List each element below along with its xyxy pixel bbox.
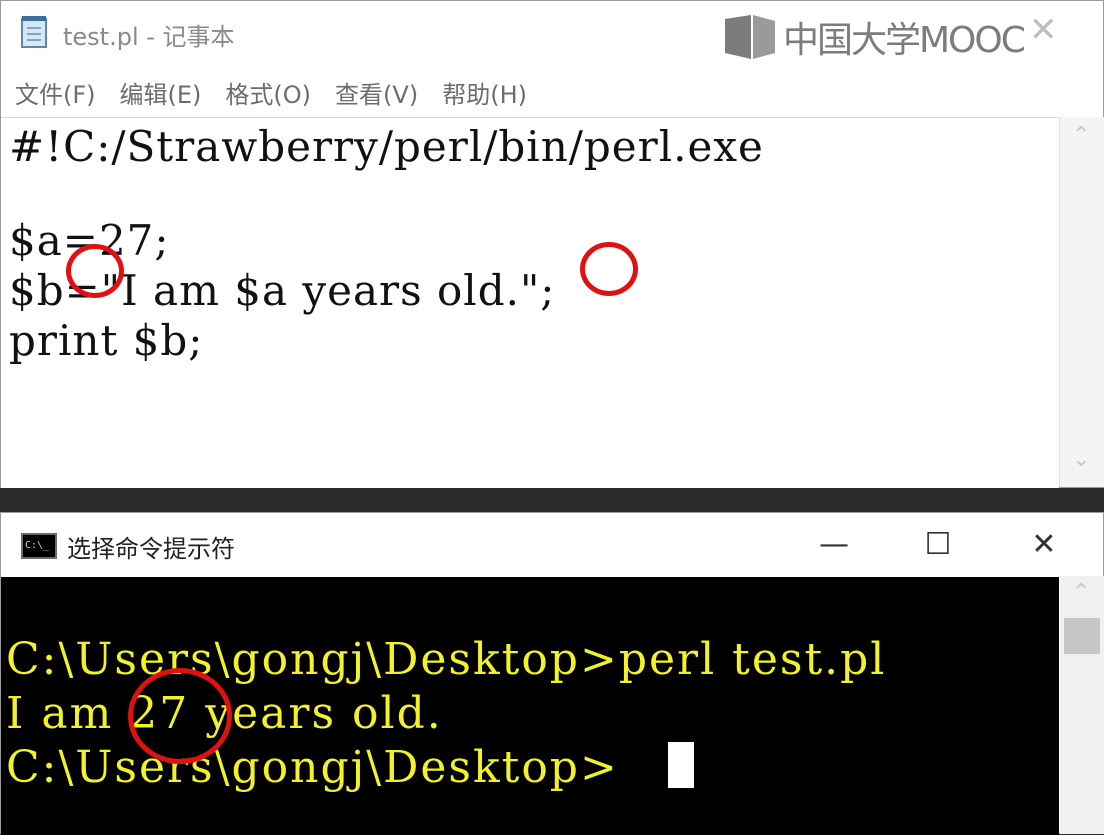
menu-format[interactable]: 格式(O)	[225, 75, 311, 110]
mooc-logo-icon	[725, 15, 775, 59]
notepad-text-area[interactable]: #!C:/Strawberry/perl/bin/perl.exe $a=27;…	[1, 117, 1059, 488]
minimize-button[interactable]: —	[811, 523, 857, 567]
console-line: C:\Users\gongj\Desktop>	[6, 742, 619, 793]
console-window-title: 选择命令提示符	[67, 535, 235, 563]
annotation-circle-output-value	[128, 668, 232, 764]
console-scroll-thumb[interactable]	[1064, 618, 1100, 654]
mooc-watermark-text: 中国大学MOOC	[783, 20, 1026, 61]
console-app-icon: C:\_	[21, 533, 57, 559]
notepad-menu-bar: 文件(F) 编辑(E) 格式(O) 查看(V) 帮助(H)	[1, 71, 1103, 113]
maximize-button[interactable]: ☐	[915, 523, 961, 567]
console-line: C:\Users\gongj\Desktop>perl test.pl	[6, 634, 887, 685]
notepad-close-button[interactable]: ✕	[1029, 13, 1058, 47]
notepad-title-bar[interactable]: test.pl - 记事本 中国大学MOOC ✕	[1, 1, 1103, 63]
notepad-vertical-scrollbar[interactable]: ⌃ ⌄	[1059, 117, 1104, 487]
close-button[interactable]: ✕	[1021, 523, 1067, 567]
menu-edit[interactable]: 编辑(E)	[120, 75, 202, 110]
scroll-down-icon[interactable]: ⌄	[1072, 447, 1090, 472]
console-vertical-scrollbar[interactable]: ⌃	[1060, 576, 1104, 834]
code-line: #!C:/Strawberry/perl/bin/perl.exe	[9, 122, 764, 171]
console-scroll-up-icon[interactable]: ⌃	[1072, 580, 1090, 605]
code-line: print $b;	[9, 316, 204, 365]
menu-help[interactable]: 帮助(H)	[442, 75, 527, 110]
mooc-watermark: 中国大学MOOC	[723, 11, 1026, 63]
annotation-circle-open-quote	[66, 244, 124, 298]
notepad-window: test.pl - 记事本 中国大学MOOC ✕ 文件(F) 编辑(E) 格式(…	[0, 0, 1104, 488]
text-cursor	[668, 742, 694, 788]
console-title-bar[interactable]: C:\_ 选择命令提示符 — ☐ ✕	[1, 513, 1103, 577]
notepad-app-icon	[21, 16, 47, 48]
scroll-up-icon[interactable]: ⌃	[1072, 123, 1090, 148]
notepad-window-title: test.pl - 记事本	[63, 23, 235, 51]
menu-view[interactable]: 查看(V)	[335, 75, 418, 110]
annotation-circle-close-quote	[580, 242, 638, 296]
menu-file[interactable]: 文件(F)	[15, 75, 96, 110]
